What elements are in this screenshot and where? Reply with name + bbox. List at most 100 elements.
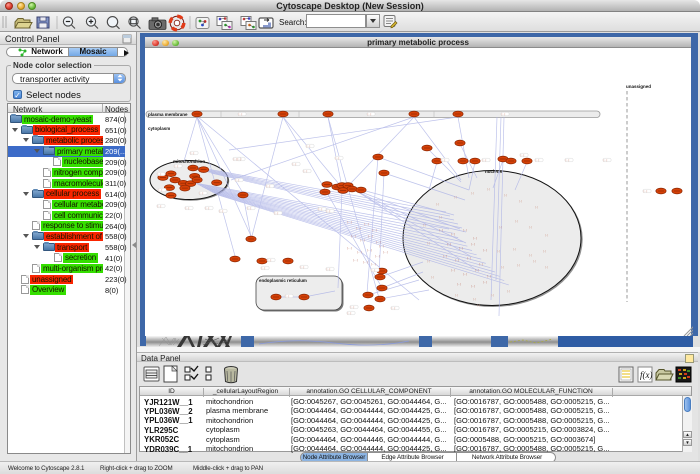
svg-text:[...]: [...]: [459, 246, 463, 250]
svg-text:[...]: [...]: [483, 248, 487, 252]
svg-text:[...]: [...]: [238, 157, 242, 161]
svg-text:[...]: [...]: [483, 158, 487, 162]
svg-text:[..]: [..]: [533, 259, 536, 263]
svg-text:mitochondrion: mitochondrion: [173, 159, 205, 164]
svg-text:[....]: [....]: [356, 226, 361, 230]
svg-text:[..]: [..]: [471, 191, 474, 195]
svg-text:[...]: [...]: [479, 262, 483, 266]
svg-text:[...]: [...]: [175, 164, 179, 168]
svg-text:[..]: [..]: [487, 187, 490, 191]
svg-text:[...]: [...]: [248, 206, 252, 210]
svg-text:[...]: [...]: [368, 112, 372, 116]
svg-text:[..]: [..]: [507, 289, 510, 293]
svg-text:[...]: [...]: [471, 284, 475, 288]
svg-text:[....]: [....]: [363, 260, 368, 264]
svg-text:[...]: [...]: [447, 242, 451, 246]
svg-text:[...]: [...]: [439, 228, 443, 232]
svg-text:[....]: [....]: [347, 220, 352, 224]
svg-text:[...]: [...]: [463, 272, 467, 276]
svg-text:[..]: [..]: [517, 263, 520, 267]
svg-text:[....]: [....]: [379, 244, 384, 248]
svg-text:[..]: [..]: [515, 219, 518, 223]
svg-text:cytoplasm: cytoplasm: [148, 126, 170, 131]
svg-text:[...]: [...]: [234, 157, 238, 161]
svg-text:[...]: [...]: [566, 158, 570, 162]
svg-text:[...]: [...]: [442, 158, 446, 162]
svg-text:[...]: [...]: [304, 169, 308, 173]
svg-text:[...]: [...]: [159, 188, 163, 192]
svg-text:[...]: [...]: [286, 294, 290, 298]
svg-text:[..]: [..]: [504, 193, 507, 197]
svg-text:[..]: [..]: [497, 249, 500, 253]
svg-text:[....]: [....]: [383, 250, 388, 254]
svg-text:[...]: [...]: [348, 311, 352, 315]
svg-text:[...]: [...]: [467, 256, 471, 260]
svg-text:[...]: [...]: [471, 242, 475, 246]
svg-text:[..]: [..]: [477, 303, 480, 307]
svg-text:[..]: [..]: [439, 215, 442, 219]
svg-text:f(x): f(x): [640, 370, 653, 380]
svg-text:[..]: [..]: [529, 253, 532, 257]
svg-text:[...]: [...]: [443, 254, 447, 258]
svg-text:[...]: [...]: [451, 268, 455, 272]
svg-text:[..]: [..]: [535, 205, 538, 209]
svg-text:[..]: [..]: [431, 275, 434, 279]
svg-text:[...]: [...]: [521, 153, 525, 157]
svg-text:[...]: [...]: [644, 189, 648, 193]
svg-text:[...]: [...]: [327, 267, 331, 271]
svg-text:[...]: [...]: [536, 158, 540, 162]
svg-text:[...]: [...]: [307, 144, 311, 148]
svg-text:[...]: [...]: [220, 209, 224, 213]
svg-text:[...]: [...]: [275, 211, 279, 215]
svg-text:[...]: [...]: [392, 306, 396, 310]
svg-text:[...]: [...]: [336, 156, 340, 160]
svg-text:[...]: [...]: [487, 274, 491, 278]
svg-text:[...]: [...]: [372, 268, 376, 272]
svg-text:[...]: [...]: [239, 112, 243, 116]
svg-text:[...]: [...]: [200, 191, 204, 195]
svg-text:[....]: [....]: [351, 234, 356, 238]
svg-text:[..]: [..]: [455, 293, 458, 297]
svg-text:[..]: [..]: [491, 293, 494, 297]
svg-text:[...]: [...]: [604, 158, 608, 162]
svg-text:[..]: [..]: [501, 265, 504, 269]
svg-text:unassigned: unassigned: [626, 84, 651, 89]
svg-text:[..]: [..]: [473, 297, 476, 301]
svg-text:[..]: [..]: [519, 199, 522, 203]
svg-text:[..]: [..]: [427, 259, 430, 263]
svg-text:[....]: [....]: [357, 250, 362, 254]
svg-text:[...]: [...]: [319, 207, 323, 211]
svg-text:[...]: [...]: [351, 305, 355, 309]
svg-text:[...]: [...]: [267, 184, 271, 188]
svg-text:[...]: [...]: [158, 204, 162, 208]
svg-text:[....]: [....]: [367, 248, 372, 252]
svg-text:plasma membrane: plasma membrane: [148, 112, 188, 117]
svg-text:[....]: [....]: [375, 254, 380, 258]
svg-text:[...]: [...]: [158, 172, 162, 176]
svg-text:[....]: [....]: [364, 222, 369, 226]
svg-text:[...]: [...]: [262, 266, 266, 270]
svg-text:[..]: [..]: [436, 202, 439, 206]
svg-text:[...]: [...]: [455, 258, 459, 262]
svg-text:[...]: [...]: [457, 282, 461, 286]
svg-text:[....]: [....]: [360, 238, 365, 242]
svg-text:[..]: [..]: [427, 241, 430, 245]
svg-text:[...]: [...]: [206, 206, 210, 210]
svg-text:[...]: [...]: [463, 228, 467, 232]
svg-text:[....]: [....]: [372, 228, 377, 232]
svg-text:[...]: [...]: [301, 265, 305, 269]
svg-text:[..]: [..]: [545, 265, 548, 269]
svg-text:[...]: [...]: [451, 232, 455, 236]
svg-text:[..]: [..]: [423, 223, 426, 227]
svg-text:[....]: [....]: [353, 258, 358, 262]
svg-text:[...]: [...]: [502, 112, 506, 116]
svg-text:[..]: [..]: [545, 233, 548, 237]
svg-text:[....]: [....]: [347, 246, 352, 250]
svg-text:[...]: [...]: [327, 209, 331, 213]
svg-text:[...]: [...]: [186, 206, 190, 210]
svg-text:[..]: [..]: [529, 225, 532, 229]
svg-text:[...]: [...]: [268, 258, 272, 262]
svg-text:[..]: [..]: [499, 225, 502, 229]
svg-text:[...]: [...]: [191, 151, 195, 155]
svg-text:[...]: [...]: [293, 162, 297, 166]
